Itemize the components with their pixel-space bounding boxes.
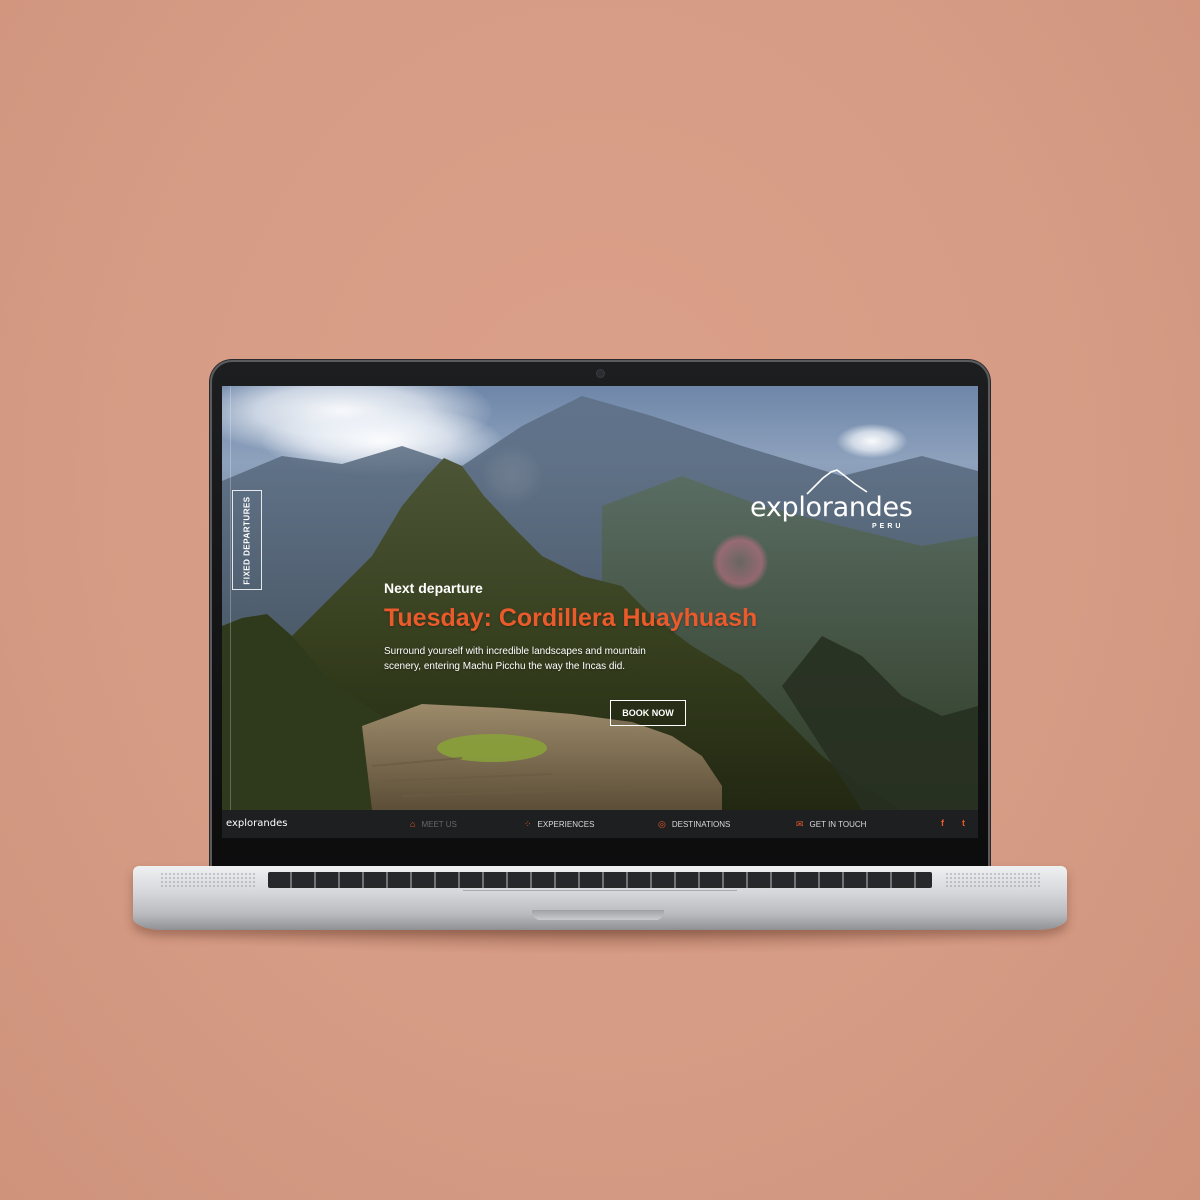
nav-item-get-in-touch[interactable]: ✉ GET IN TOUCH — [796, 819, 866, 830]
bottom-navbar: explorandes ⌂ MEET US ⁘ EXPERIENCES ◎ DE… — [222, 810, 978, 838]
mail-icon: ✉ — [796, 819, 804, 829]
nav-item-label: MEET US — [421, 819, 457, 829]
lid-notch — [532, 910, 664, 920]
webcam — [597, 370, 604, 377]
book-now-button[interactable]: BOOK NOW — [610, 700, 686, 726]
grid-icon: ⁘ — [524, 819, 532, 829]
nav-item-label: GET IN TOUCH — [809, 820, 867, 829]
compass-icon: ◎ — [658, 819, 666, 829]
twitter-icon[interactable]: t — [962, 818, 965, 828]
home-icon: ⌂ — [410, 819, 416, 829]
side-divider — [230, 386, 231, 810]
hero-section: FIXED DEPARTURES explorandes PERU Next d… — [222, 386, 978, 810]
laptop-screen: FIXED DEPARTURES explorandes PERU Next d… — [222, 386, 978, 838]
nav-item-label: DESTINATIONS — [671, 820, 731, 829]
mountain-landscape — [222, 396, 978, 810]
nav-item-destinations[interactable]: ◎ DESTINATIONS — [658, 819, 730, 830]
speaker-grille — [945, 872, 1040, 888]
speaker-grille — [160, 872, 255, 888]
next-departure-label: Next departure — [384, 580, 483, 596]
trackpad — [463, 890, 737, 908]
fixed-departures-label: FIXED DEPARTURES — [242, 495, 252, 585]
fixed-departures-tab[interactable]: FIXED DEPARTURES — [232, 490, 262, 590]
lens-flare — [712, 534, 768, 590]
hero-description: Surround yourself with incredible landsc… — [384, 646, 646, 672]
brand-name: explorandes — [750, 492, 913, 523]
nav-item-meet-us[interactable]: ⌂ MEET US — [410, 819, 457, 829]
nav-item-experiences[interactable]: ⁘ EXPERIENCES — [524, 819, 594, 830]
nav-item-label: EXPERIENCES — [537, 820, 595, 829]
nav-logo[interactable]: explorandes — [226, 818, 287, 829]
brand-subtitle: PERU — [872, 523, 904, 530]
facebook-icon[interactable]: f — [941, 818, 944, 828]
hero-title: Tuesday: Cordillera Huayhuash — [384, 604, 758, 632]
keyboard — [268, 872, 932, 888]
brand-logo[interactable]: explorandes PERU — [750, 466, 920, 530]
